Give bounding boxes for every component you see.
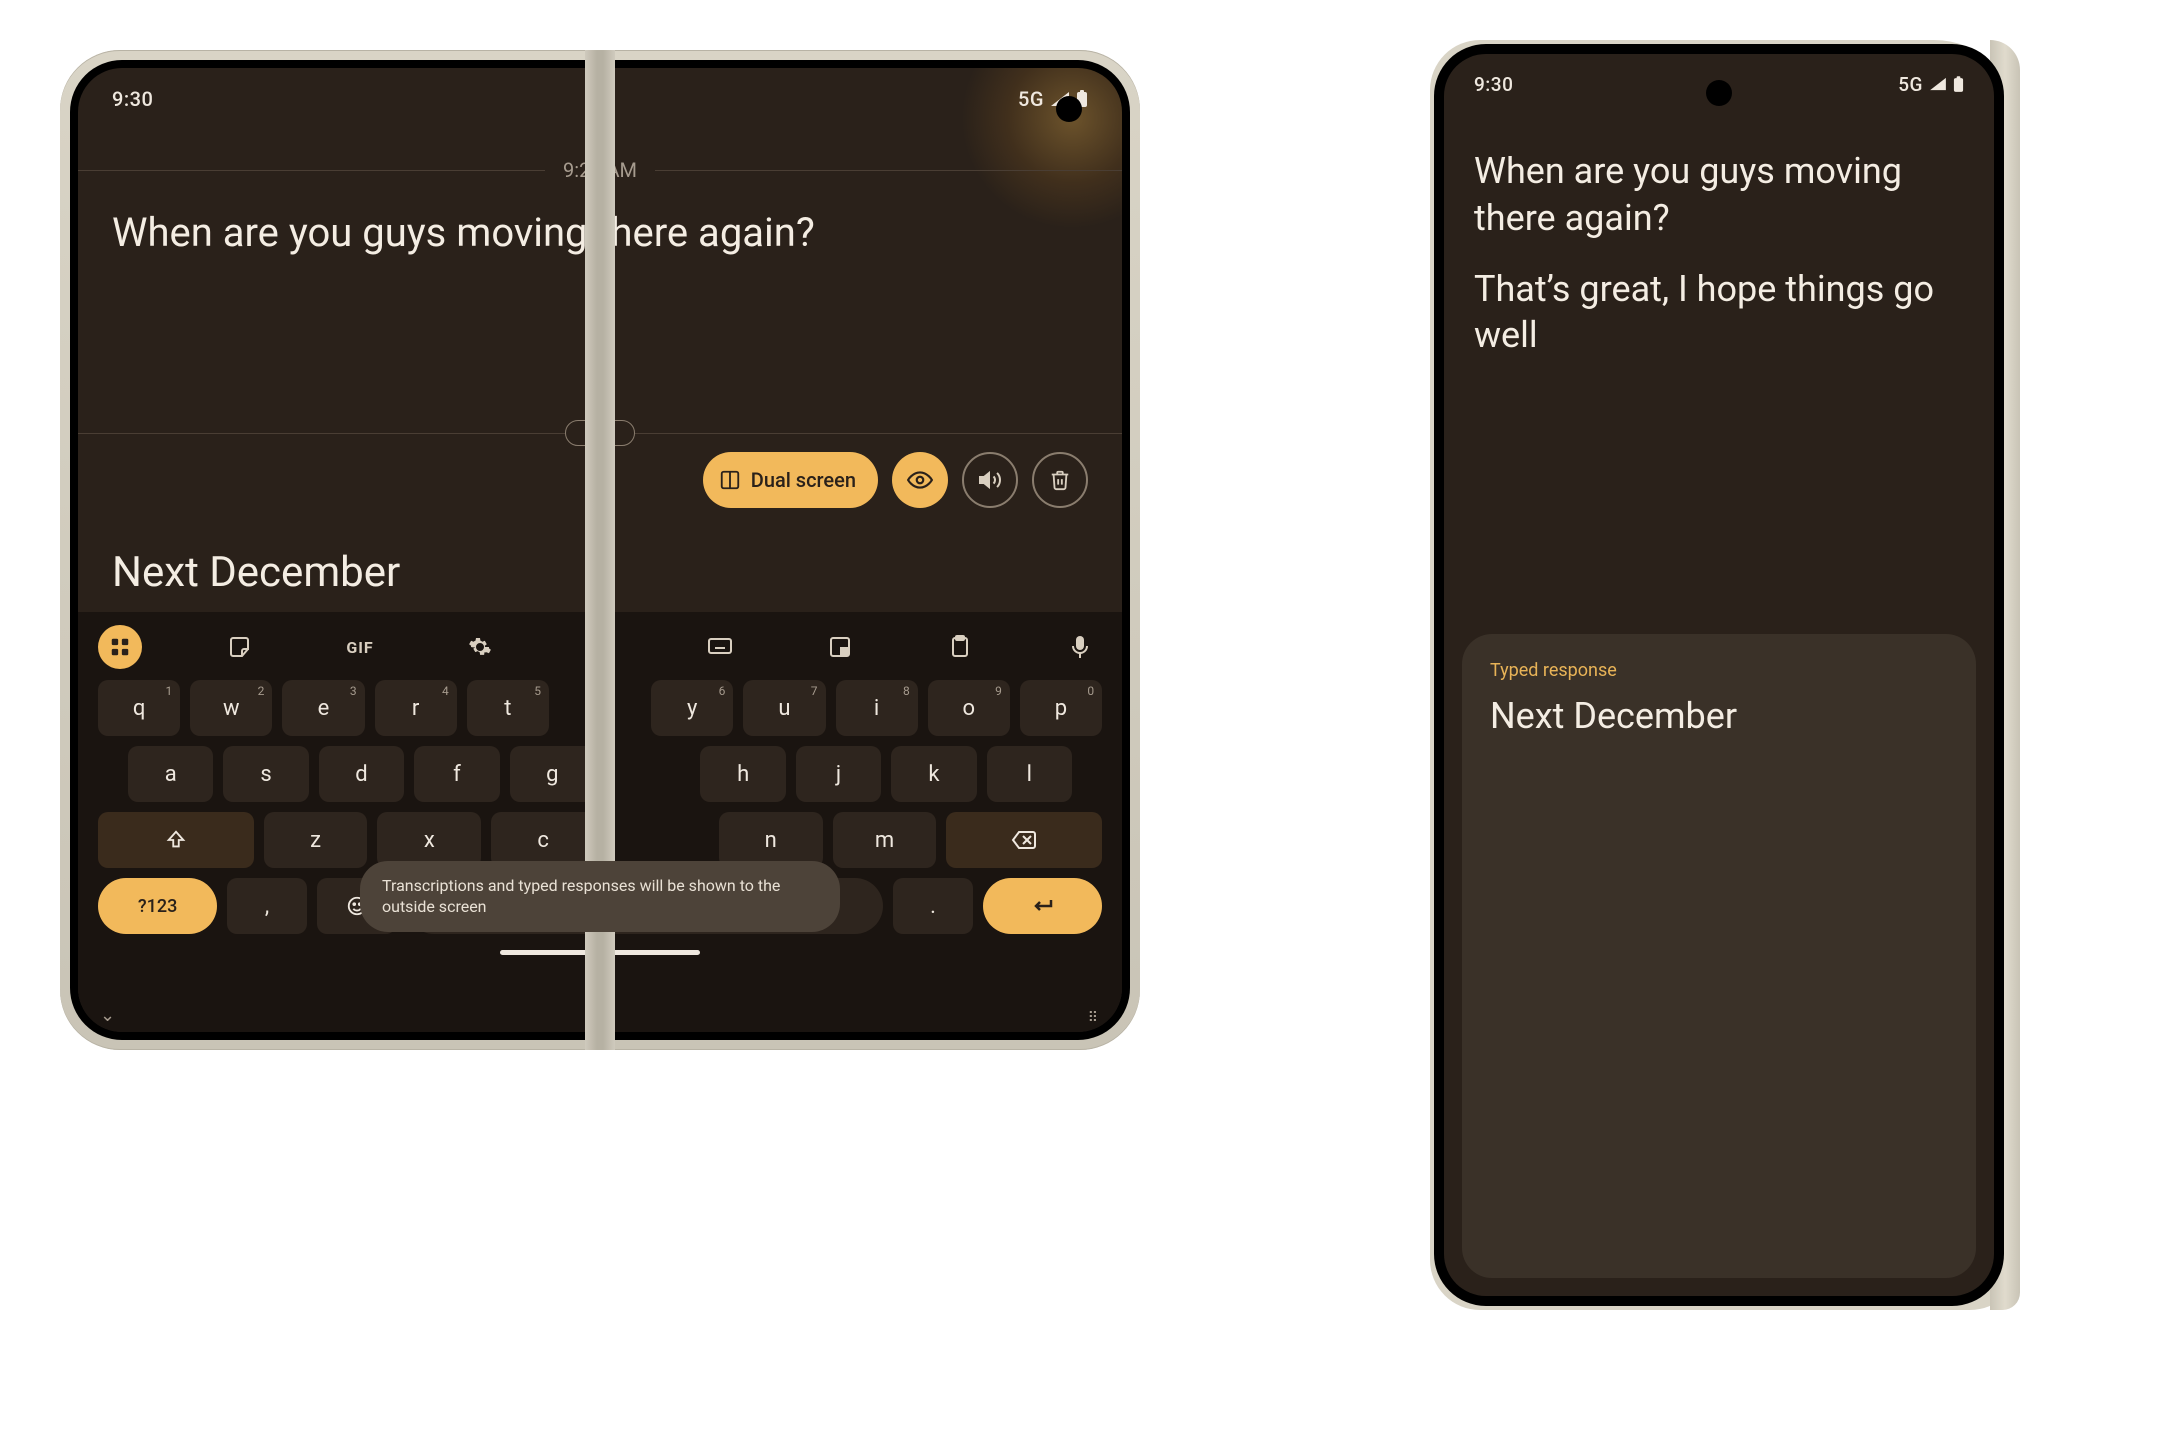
status-time: 9:30 — [112, 87, 153, 111]
key-j[interactable]: j — [796, 746, 881, 802]
sticker-icon — [228, 635, 252, 659]
mic-button[interactable] — [1058, 625, 1102, 669]
toolbar: Dual screen — [703, 452, 1088, 508]
speaker-icon — [978, 468, 1002, 492]
dual-screen-label: Dual screen — [751, 468, 856, 492]
clipboard-icon — [949, 635, 971, 659]
backspace-key[interactable] — [946, 812, 1102, 868]
shift-key[interactable] — [98, 812, 254, 868]
keyboard-menu-button[interactable] — [98, 625, 142, 669]
enter-icon — [1029, 896, 1055, 916]
key-n[interactable]: n — [719, 812, 823, 868]
numeric-key[interactable]: ?123 — [98, 878, 217, 934]
status-network: 5G — [1018, 87, 1044, 111]
key-x[interactable]: x — [377, 812, 481, 868]
foldable-device-inner: 9:30 5G 9:29 AM When are you guys moving… — [60, 50, 1140, 1050]
float-icon — [828, 635, 852, 659]
sticker-button[interactable] — [218, 625, 262, 669]
keyboard-mode-button[interactable] — [698, 625, 742, 669]
mic-icon — [1071, 635, 1089, 659]
period-key[interactable]: . — [893, 878, 973, 934]
camera-hole — [1706, 80, 1732, 106]
enter-key[interactable] — [983, 878, 1102, 934]
signal-icon — [1929, 77, 1947, 91]
grid-icon — [109, 636, 131, 658]
key-q[interactable]: q1 — [98, 680, 180, 736]
key-r[interactable]: r4 — [375, 680, 457, 736]
foldable-device-cover: 9:30 5G When are you guys moving there a… — [1430, 40, 2020, 1310]
key-h[interactable]: h — [700, 746, 785, 802]
dual-screen-button[interactable]: Dual screen — [703, 452, 878, 508]
eye-icon — [907, 467, 933, 493]
trash-icon — [1049, 469, 1071, 491]
battery-icon — [1953, 76, 1964, 93]
typed-response-card: Typed response Next December — [1462, 634, 1976, 1278]
cover-transcript: When are you guys moving there again? Th… — [1474, 148, 1964, 359]
key-w[interactable]: w2 — [190, 680, 272, 736]
key-u[interactable]: u7 — [743, 680, 825, 736]
float-keyboard-button[interactable] — [818, 625, 862, 669]
status-cluster: 5G — [1898, 73, 1964, 96]
key-c[interactable]: c — [491, 812, 595, 868]
dual-screen-icon — [719, 469, 741, 491]
speaker-button[interactable] — [962, 452, 1018, 508]
status-network: 5G — [1898, 73, 1923, 96]
key-o[interactable]: o9 — [928, 680, 1010, 736]
key-m[interactable]: m — [833, 812, 937, 868]
key-p[interactable]: p0 — [1020, 680, 1102, 736]
keyboard-icon — [707, 636, 733, 658]
settings-button[interactable] — [458, 625, 502, 669]
key-e[interactable]: e3 — [282, 680, 364, 736]
key-t[interactable]: t5 — [467, 680, 549, 736]
gear-icon — [468, 635, 492, 659]
clipboard-button[interactable] — [938, 625, 982, 669]
cover-screen: 9:30 5G When are you guys moving there a… — [1444, 54, 1994, 1296]
key-s[interactable]: s — [223, 746, 308, 802]
delete-button[interactable] — [1032, 452, 1088, 508]
key-a[interactable]: a — [128, 746, 213, 802]
cover-spine — [1990, 40, 2020, 1310]
visibility-button[interactable] — [892, 452, 948, 508]
camera-hole — [1056, 96, 1082, 122]
key-g[interactable]: g — [510, 746, 595, 802]
key-k[interactable]: k — [891, 746, 976, 802]
key-l[interactable]: l — [987, 746, 1072, 802]
typed-response-body: Next December — [1490, 695, 1948, 737]
key-f[interactable]: f — [414, 746, 499, 802]
shift-icon — [165, 829, 187, 851]
status-time: 9:30 — [1474, 73, 1513, 96]
transcript-line-1: When are you guys moving there again? — [1474, 148, 1964, 242]
keyboard-collapse-icon[interactable]: ⌄ — [100, 1005, 115, 1026]
backspace-icon — [1011, 830, 1037, 850]
gif-button[interactable]: GIF — [338, 625, 382, 669]
comma-key[interactable]: , — [227, 878, 307, 934]
key-i[interactable]: i8 — [836, 680, 918, 736]
typed-response-label: Typed response — [1490, 660, 1948, 681]
toast-message: Transcriptions and typed responses will … — [360, 861, 840, 932]
key-y[interactable]: y6 — [651, 680, 733, 736]
key-z[interactable]: z — [264, 812, 368, 868]
transcript-line-2: That’s great, I hope things go well — [1474, 266, 1964, 360]
keyboard-resize-icon[interactable]: ⠿ — [1088, 1010, 1100, 1026]
key-d[interactable]: d — [319, 746, 404, 802]
